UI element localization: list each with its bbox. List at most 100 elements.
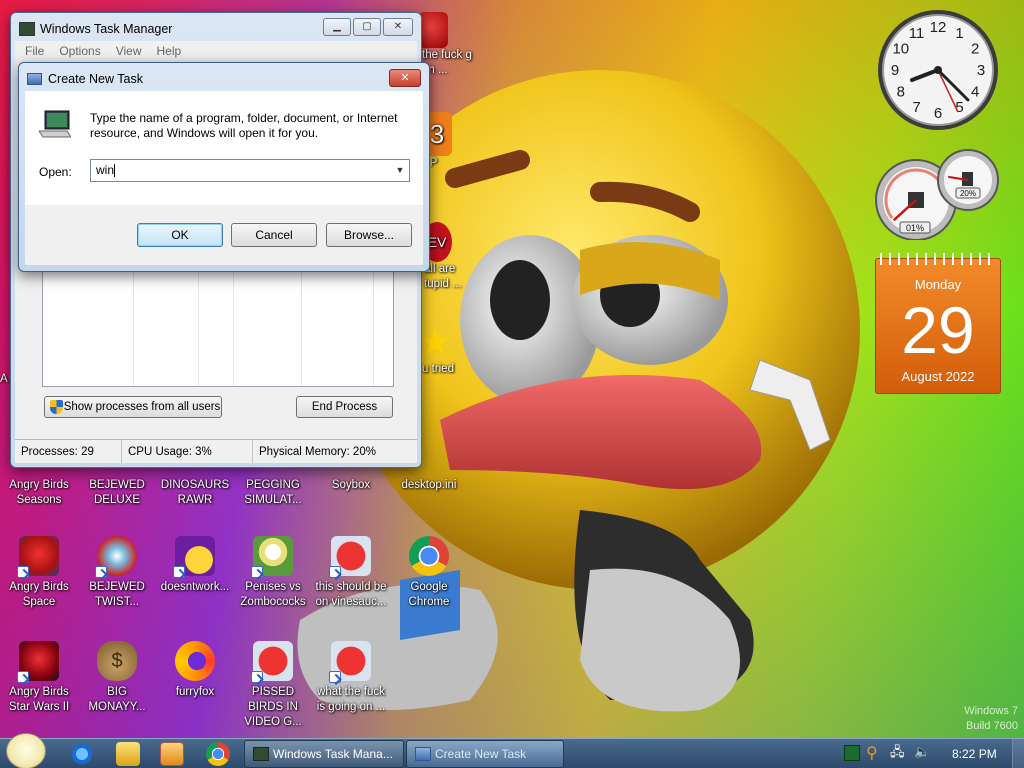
cancel-button[interactable]: Cancel	[231, 223, 317, 247]
memory-percent: 20%	[960, 189, 976, 198]
search-icon[interactable]: ⚲	[866, 745, 882, 761]
clock-number-11: 11	[909, 25, 925, 42]
caption-buttons: ▁ ▢ ✕	[323, 18, 413, 36]
angry-birds-icon	[418, 12, 448, 48]
menu-file[interactable]: File	[25, 41, 44, 61]
partial-desktop-icon[interactable]: EV all are tupid ...	[422, 222, 478, 292]
run-icon	[415, 747, 431, 761]
calendar-month-year: August 2022	[901, 369, 975, 384]
folder-icon[interactable]	[116, 742, 140, 766]
desktop-icon[interactable]: Angry Birds Space	[1, 536, 77, 610]
yahoo-icon	[173, 536, 215, 578]
shortcut-arrow-icon	[17, 566, 29, 578]
browse-button[interactable]: Browse...	[326, 223, 412, 247]
desktop-icon[interactable]: Angry Birds Star Wars II	[1, 641, 77, 715]
menu-help[interactable]: Help	[157, 41, 182, 61]
taskbar-button-task-manager[interactable]: Windows Task Mana...	[244, 740, 404, 768]
desktop-icon[interactable]: PISSED BIRDS IN VIDEO G...	[235, 641, 311, 730]
dialog-message: Type the name of a program, folder, docu…	[90, 111, 398, 140]
cpu-percent: 01%	[906, 223, 924, 233]
partial-desktop-icon[interactable]: ★ u tried	[418, 322, 478, 377]
clock-number-8: 8	[897, 84, 905, 101]
angry-birds-icon	[17, 641, 59, 683]
chrome-icon[interactable]	[206, 742, 230, 766]
maximize-button[interactable]: ▢	[353, 18, 381, 36]
cpu-meter-gadget[interactable]: 01% 20%	[872, 148, 1000, 240]
task-manager-title: Windows Task Manager	[19, 19, 172, 39]
build-watermark: Windows 7 Build 7600	[964, 705, 1018, 732]
dialog-body: Type the name of a program, folder, docu…	[25, 91, 423, 265]
desktop-icon[interactable]: Google Chrome	[391, 536, 467, 610]
create-new-task-dialog[interactable]: Create New Task ✕ Type the name of a pro…	[18, 62, 430, 272]
desktop-icon[interactable]: PEGGING SIMULAT...	[235, 478, 311, 508]
desktop-icon[interactable]: BEJEWED DELUXE	[79, 478, 155, 508]
partial-desktop-icon[interactable]: 3 PP	[422, 112, 478, 171]
desktop-icon[interactable]: Soybox	[313, 478, 389, 493]
clock-number-3: 3	[977, 62, 985, 79]
desktop-icon[interactable]: BEJEWED TWIST...	[79, 536, 155, 610]
network-icon[interactable]: 🖧	[890, 745, 906, 761]
media-player-icon[interactable]	[160, 742, 184, 766]
shortcut-arrow-icon	[329, 671, 341, 683]
desktop-icon[interactable]: Angry Birds Seasons	[1, 478, 77, 508]
clock-number-10: 10	[892, 41, 909, 58]
internet-explorer-icon[interactable]	[70, 742, 94, 766]
angry-birds-icon	[329, 641, 371, 683]
firefox-icon	[175, 641, 215, 681]
ok-button[interactable]: OK	[137, 223, 223, 247]
shortcut-arrow-icon	[173, 566, 185, 578]
close-button[interactable]: ✕	[383, 18, 413, 36]
chevron-down-icon[interactable]: ▼	[394, 160, 406, 181]
clock-number-6: 6	[934, 105, 942, 122]
star-icon: ★	[418, 321, 452, 362]
desktop-icon[interactable]: desktop.ini	[391, 478, 467, 493]
close-button[interactable]: ✕	[389, 69, 421, 87]
desktop-icon[interactable]: this should be on vinesauc...	[313, 536, 389, 610]
minimize-button[interactable]: ▁	[323, 18, 351, 36]
desktop-icon[interactable]: Penises vs Zombococks	[235, 536, 311, 610]
clock-number-7: 7	[912, 99, 920, 116]
open-input[interactable]: win	[96, 163, 114, 177]
task-manager-icon	[253, 747, 269, 761]
run-icon	[27, 73, 42, 85]
show-all-processes-button[interactable]: Show processes from all users	[44, 396, 222, 418]
calendar-day: 29	[901, 293, 975, 367]
plants-icon	[251, 536, 293, 578]
angry-birds-icon	[17, 536, 59, 578]
angry-birds-icon	[251, 641, 293, 683]
physical-memory: Physical Memory: 20%	[259, 446, 376, 458]
open-label: Open:	[39, 165, 72, 179]
volume-icon[interactable]: 🔈	[914, 745, 930, 761]
task-manager-icon	[19, 22, 35, 36]
shield-icon	[50, 400, 63, 414]
calendar-gadget[interactable]: Monday 29 August 2022	[875, 253, 1001, 394]
desktop-icon[interactable]: what the fuck is going on ...	[313, 641, 389, 715]
desktop-icon[interactable]: furryfox	[157, 641, 233, 700]
shortcut-arrow-icon	[251, 566, 263, 578]
text-caret	[114, 164, 116, 178]
menu-options[interactable]: Options	[59, 41, 100, 61]
menu-bar: File Options View Help	[15, 41, 417, 61]
open-combobox[interactable]: win ▼	[90, 159, 410, 182]
dialog-title: Create New Task	[27, 69, 143, 89]
status-bar: Processes: 29 CPU Usage: 3% Physical Mem…	[15, 439, 417, 463]
clock-gadget[interactable]: 12 1234567891011	[874, 8, 1002, 132]
shortcut-arrow-icon	[17, 671, 29, 683]
desktop-icon[interactable]: DINOSAURS RAWR	[157, 478, 233, 508]
taskbar-clock[interactable]: 8:22 PM	[952, 739, 997, 768]
start-button[interactable]	[6, 733, 46, 768]
show-desktop-button[interactable]	[1012, 739, 1024, 768]
green-tray-icon[interactable]	[844, 745, 860, 761]
desktop-icon[interactable]: $ BIG MONAYY...	[79, 641, 155, 715]
desktop-icon[interactable]: doesntwork...	[157, 536, 233, 595]
calendar-weekday: Monday	[914, 277, 962, 292]
angry-birds-icon	[329, 536, 371, 578]
cpu-usage: CPU Usage: 3%	[122, 440, 253, 463]
menu-view[interactable]: View	[116, 41, 142, 61]
process-list[interactable]	[42, 271, 394, 387]
end-process-button[interactable]: End Process	[296, 396, 393, 418]
chrome-icon	[409, 536, 449, 576]
clock-number-12: 12	[930, 19, 947, 36]
taskbar-button-create-task[interactable]: Create New Task	[406, 740, 564, 768]
money-bag-icon: $	[97, 641, 137, 681]
